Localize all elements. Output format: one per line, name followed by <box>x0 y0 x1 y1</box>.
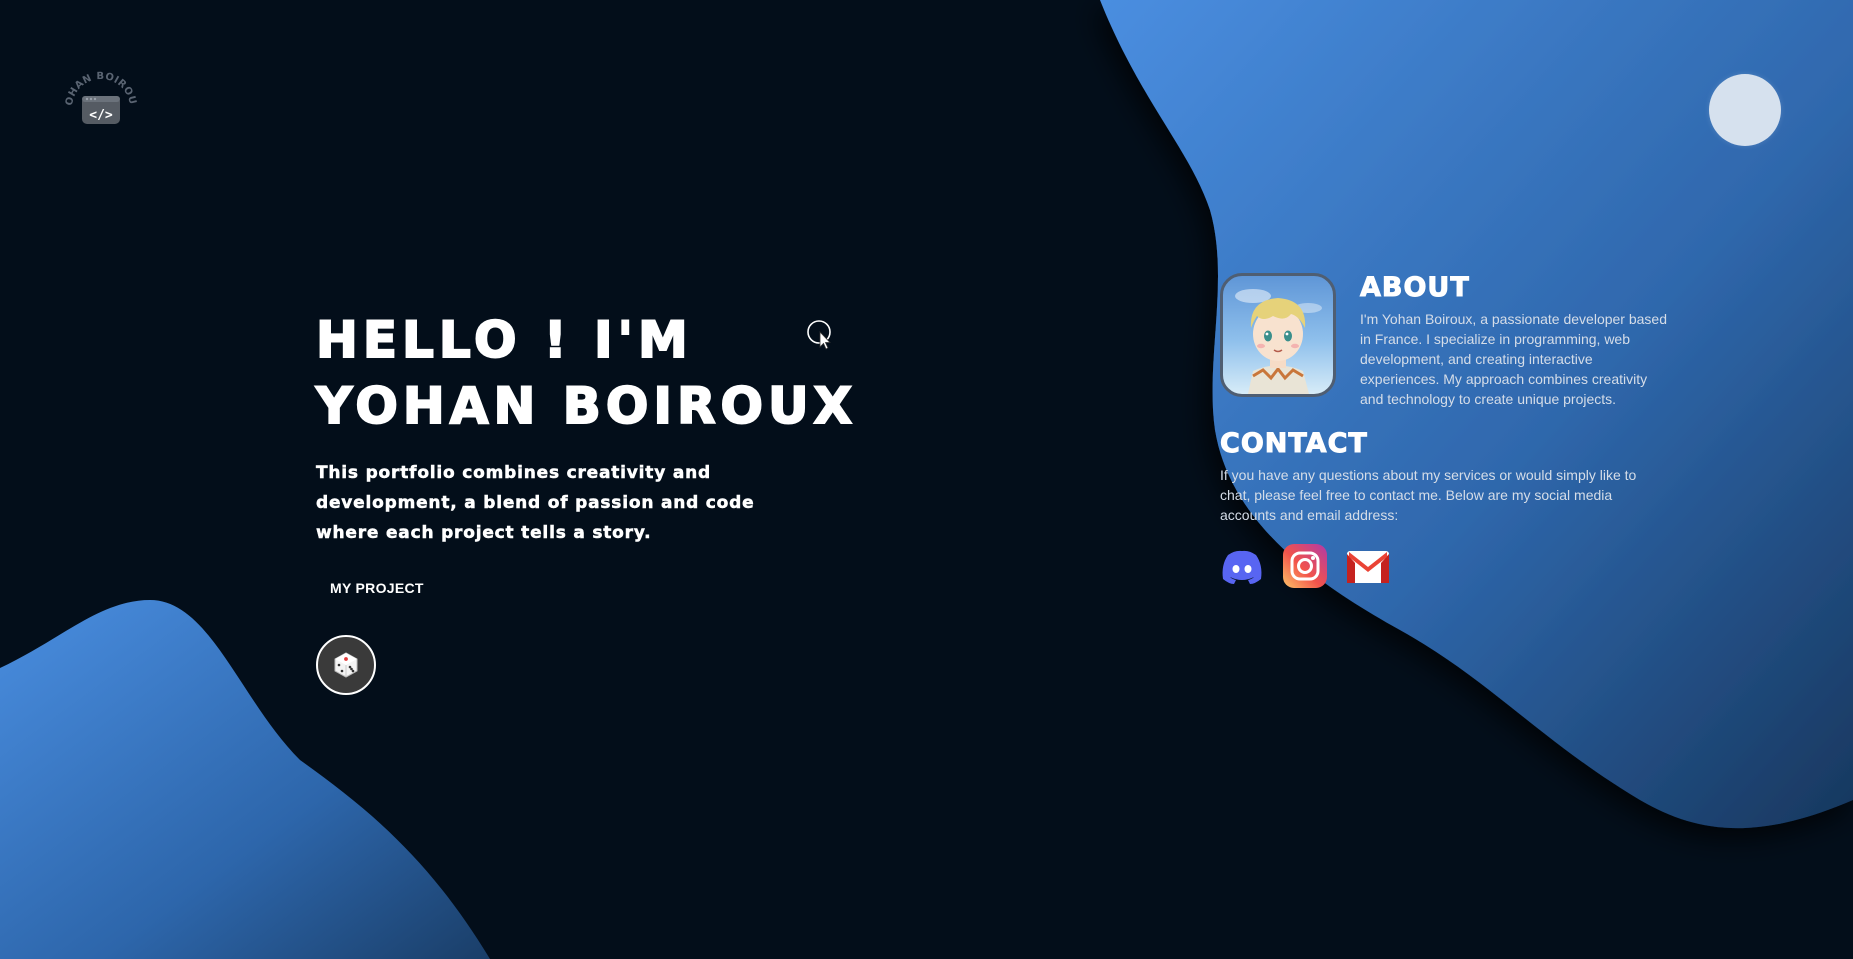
logo-icon: YOHAN BOIROUX </> <box>55 58 137 124</box>
left-wave <box>0 600 490 959</box>
gmail-icon <box>1347 551 1389 583</box>
about-title: ABOUT <box>1360 272 1470 304</box>
contact-title: CONTACT <box>1220 428 1368 460</box>
logo-code-symbol: </> <box>89 108 113 123</box>
instagram-icon <box>1283 544 1327 588</box>
about-text: I'm Yohan Boiroux, a passionate develope… <box>1360 311 1668 407</box>
instagram-link[interactable] <box>1282 543 1328 589</box>
random-dice-button[interactable] <box>316 635 376 695</box>
portfolio-page: YOHAN BOIROUX </> HELLO ! I'M YOHAN BOIR… <box>0 0 1853 959</box>
contact-text: If you have any questions about my servi… <box>1220 467 1637 523</box>
hero-title-line2: YOHAN BOIROUX <box>315 376 858 436</box>
custom-cursor-icon <box>807 320 831 350</box>
hero-title-line1: HELLO ! I'M <box>315 310 693 370</box>
hero-title: HELLO ! I'M YOHAN BOIROUX <box>315 307 858 439</box>
my-project-button[interactable]: MY PROJECT <box>316 572 438 604</box>
dice-icon <box>334 652 358 678</box>
theme-toggle-moon[interactable] <box>1709 74 1781 146</box>
avatar-illustration <box>1235 289 1322 394</box>
site-logo[interactable]: YOHAN BOIROUX </> <box>55 58 142 148</box>
discord-link[interactable] <box>1219 543 1265 589</box>
hero-subtitle: This portfolio combines creativity and d… <box>316 463 755 544</box>
discord-icon <box>1222 550 1262 584</box>
gmail-link[interactable] <box>1345 543 1391 589</box>
profile-avatar <box>1220 273 1336 397</box>
